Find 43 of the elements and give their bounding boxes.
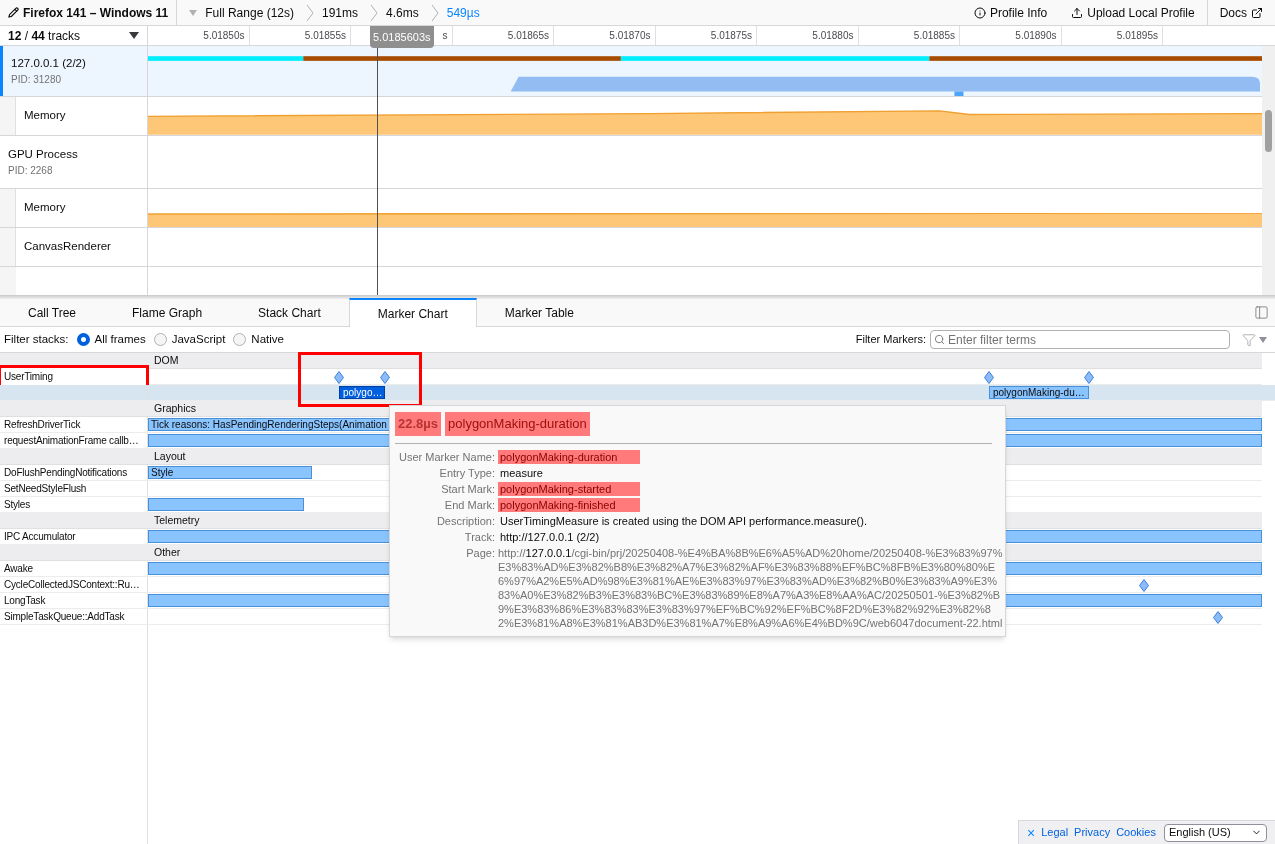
time-tick: 5.01885s — [913, 29, 955, 43]
track-pid: PID: 31280 — [11, 73, 63, 88]
page-url: http://127.0.0.1/cgi-bin/prj/20250408-%E4%BA%8B%E6%A5%AD%20home/20250408-%E3%83%97%E3%83%AD%E3%82%B8%E3%82%A7%E3%82%AF%E3%83%88%EF%BC%8FB%E3%80%80%E6%97%A2%E5%AD%98%E3%81%AE%E3%83%97%E3%83%AD%E3%82%B0%E3%83%A9%E3%83%A0%E3%82%B3%E3%83%BC%E3%83%89%E8%A7%A3%E8%AA%AC/20250501-%E3%82%B9%E3%83%86%E3%83%83%E3%83%97%EF%BC%92%EF%BC%8F2D%E3%82%92%E3%82%82%E3%81%A8%E3%81%AB3D%E3%81%A7%E8%A9%A6%E4%BD%9C/web6047document-22.html — [498, 545, 1003, 630]
field-label: Track: — [463, 529, 495, 544]
time-tick: 5.01880s — [812, 29, 854, 43]
tooltip-title: polygonMaking-duration — [445, 412, 590, 436]
time-tick: 5.01850s — [203, 29, 245, 43]
time-tick: 5.01855s — [304, 29, 346, 43]
category-header: Telemetry — [153, 513, 200, 528]
track-name: 127.0.0.1 (2/2) — [11, 55, 87, 71]
category-header: Layout — [153, 449, 186, 464]
filter-markers-label: Filter Markers: — [855, 332, 926, 348]
field-label: Start Mark: — [440, 481, 495, 496]
field-label: User Marker Name: — [398, 449, 495, 464]
category-header: Graphics — [153, 401, 196, 416]
track-pid: PID: 2268 — [8, 164, 54, 179]
field-value: polygonMaking-duration — [498, 449, 640, 464]
marker-label: Tick reasons: HasPendingRenderingSteps(Animation — [150, 419, 387, 430]
category-header: DOM — [153, 353, 179, 368]
field-value: polygonMaking-started — [498, 481, 640, 496]
track-name: CanvasRenderer — [24, 239, 111, 255]
track-name: Memory — [24, 200, 66, 216]
category-header: Other — [153, 545, 181, 560]
field-value: UserTimingMeasure is created using the DOM API performance.measure(). — [499, 513, 867, 528]
field-label: Description: — [435, 513, 495, 528]
marker-label: Style — [150, 467, 174, 478]
field-value: measure — [499, 465, 543, 480]
time-tick: 5.01890s — [1015, 29, 1057, 43]
time-tick: 5.01895s — [1116, 29, 1158, 43]
time-tick: 5.01875s — [710, 29, 752, 43]
track-name: Memory — [24, 108, 66, 124]
filter-stacks-label: Filter stacks: — [4, 331, 69, 347]
field-value: http://127.0.0.1 (2/2) — [499, 529, 600, 544]
field-label: End Mark: — [443, 497, 495, 512]
track-name: GPU Process — [8, 146, 79, 162]
field-label: Entry Type: — [438, 465, 495, 480]
time-tick: 5.01865s — [507, 29, 549, 43]
duration-text: 22.8µs — [395, 412, 442, 436]
hover-time-label: 5.0185603s — [370, 26, 434, 48]
field-value: polygonMaking-finished — [498, 497, 640, 512]
time-tick: 5.01870s — [609, 29, 651, 43]
field-label: Page: — [465, 545, 495, 561]
time-tick: s — [442, 29, 448, 43]
